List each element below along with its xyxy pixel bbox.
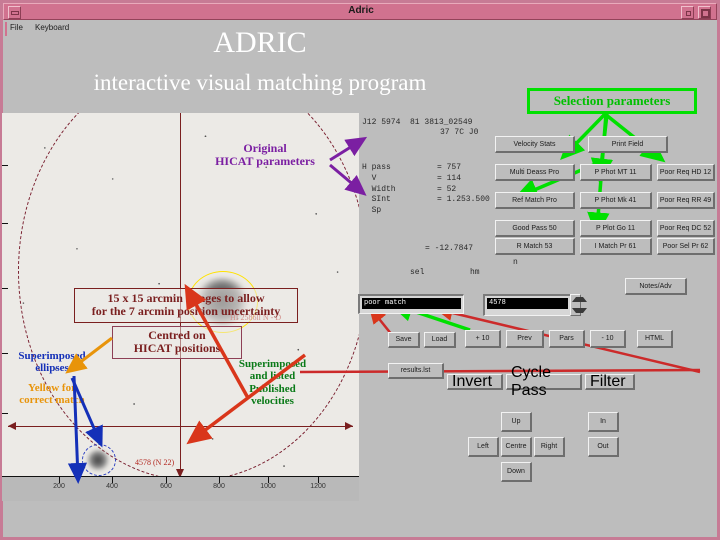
window-titlebar[interactable]: Adric: [3, 3, 717, 20]
i-match-button[interactable]: I Match Pr 61: [580, 238, 652, 255]
annotation-line: HICAT parameters: [215, 154, 315, 169]
annotation-line: and listed: [249, 370, 296, 383]
annotation-published-velocities: Superimposed and listed Published veloci…: [225, 358, 320, 407]
annotation-line: for the 7 arcmin position uncertainty: [91, 304, 281, 319]
cycle-pass-checkbox-label: Cycle Pass: [511, 363, 552, 399]
centre-button[interactable]: Centre: [501, 437, 532, 457]
callout-selection-parameters-label: Selection parameters: [553, 93, 671, 108]
object-list-scrollbar[interactable]: [570, 294, 587, 316]
x-tick-label: 1000: [260, 483, 276, 490]
step-back-button[interactable]: - 10: [590, 330, 626, 348]
poor-req-rr-button[interactable]: Poor Req RR 49: [657, 192, 715, 209]
annotation-superimposed-ellipses: Superimposed ellipses: [2, 350, 102, 375]
pan-down-button[interactable]: Down: [501, 462, 532, 482]
poor-sel-button[interactable]: Poor Sel Pr 62: [657, 238, 715, 255]
annotation-line: Published: [249, 382, 296, 395]
page-title: ADRIC: [213, 26, 307, 59]
field-label-left: sel: [410, 268, 425, 277]
prev-button[interactable]: Prev: [506, 330, 544, 348]
results-file-button[interactable]: results.lst: [388, 363, 444, 379]
cycle-pass-checkbox[interactable]: Cycle Pass: [506, 364, 582, 399]
r-match-button[interactable]: R Match 53: [495, 238, 575, 255]
annotation-line: Original: [243, 141, 287, 155]
p-phot-mk-button[interactable]: P Phot Mk 41: [580, 192, 652, 209]
zoom-in-button[interactable]: In: [588, 412, 619, 432]
x-tick-label: 200: [53, 483, 65, 490]
pan-left-button[interactable]: Left: [468, 437, 499, 457]
zoom-out-button[interactable]: Out: [588, 437, 619, 457]
annotation-line: correct match: [19, 394, 85, 407]
poor-req-dc-button[interactable]: Poor Req DC 52: [657, 220, 715, 237]
x-axis: 200 400 600 800 1000 1200: [2, 476, 359, 501]
scroll-up-icon[interactable]: [572, 297, 587, 302]
match-status-value: poor match: [362, 298, 461, 309]
annotation-yellow-match: Yellow for correct match: [2, 382, 102, 407]
load-button[interactable]: Load: [424, 332, 456, 348]
velocity-stats-button[interactable]: Velocity Stats: [495, 136, 575, 153]
p-plot-go-button[interactable]: P Plot Go 11: [580, 220, 652, 237]
html-button[interactable]: HTML: [637, 330, 673, 348]
annotation-line: Superimposed: [18, 350, 86, 362]
maximize-button[interactable]: [681, 6, 694, 19]
annotation-original-hicat: Original HICAT parameters: [200, 141, 330, 169]
scroll-down-icon[interactable]: [572, 308, 587, 313]
annotation-centred: Centred on HICAT positions: [112, 326, 242, 359]
filter-checkbox[interactable]: Filter: [585, 372, 635, 390]
close-button[interactable]: [698, 6, 711, 19]
annotation-line: velocities: [251, 394, 294, 407]
pan-up-button[interactable]: Up: [501, 412, 532, 432]
pars-button[interactable]: Pars: [549, 330, 585, 348]
annotation-line: ellipses: [35, 362, 69, 375]
annotation-line: 15 x 15 arcmin images to allow: [107, 291, 265, 305]
annotation-line: Centred on: [148, 328, 206, 342]
field-label-mid: hm: [470, 268, 480, 277]
minimize-button[interactable]: [8, 6, 21, 19]
p-phot-mt-button[interactable]: P Phot MT 11: [580, 164, 652, 181]
invert-checkbox-label: Invert: [452, 372, 493, 390]
good-pass-button[interactable]: Good Pass 50: [495, 220, 575, 237]
object-identifier-secondary: 37 7C J0: [440, 128, 479, 137]
annotation-line: Superimposed: [238, 358, 307, 370]
field-label-top: n: [513, 258, 518, 267]
multi-deass-button[interactable]: Multi Deass Pro: [495, 164, 575, 181]
filter-checkbox-label: Filter: [590, 372, 626, 390]
parameter-labels: H pass V Width SInt Sp: [362, 163, 396, 216]
object-list-field[interactable]: 4578: [483, 294, 571, 316]
match-ellipse-blue: [82, 444, 116, 476]
annotation-line: Yellow for: [28, 382, 76, 394]
step-forward-button[interactable]: + 10: [465, 330, 501, 348]
match-status-field[interactable]: poor match: [358, 294, 464, 314]
pan-right-button[interactable]: Right: [534, 437, 565, 457]
print-field-button[interactable]: Print Field: [588, 136, 668, 153]
ref-match-button[interactable]: Ref Match Pro: [495, 192, 575, 209]
x-tick-label: 400: [106, 483, 118, 490]
x-tick-label: 600: [160, 483, 172, 490]
x-tick-label: 1200: [310, 483, 326, 490]
poor-req-hd-button[interactable]: Poor Req HD 12: [657, 164, 715, 181]
invert-checkbox[interactable]: Invert: [447, 372, 503, 390]
annotation-line: HICAT positions: [133, 341, 221, 356]
object-label: 4578 (N 22): [135, 458, 175, 467]
object-list-value: 4578: [487, 298, 568, 309]
notes-button[interactable]: Notes/Adv: [625, 278, 687, 295]
velocity-readout: = -12.7847: [425, 244, 474, 253]
field-size-bar: [8, 422, 353, 430]
parameter-values: = 757 = 114 = 52 = 1.253.500: [437, 163, 490, 205]
application-window: Adric File Keyboard ADRIC interactive vi…: [0, 0, 720, 540]
annotation-image-size: 15 x 15 arcmin images to allow for the 7…: [74, 288, 298, 323]
window-title: Adric: [348, 5, 374, 16]
save-button[interactable]: Save: [388, 332, 420, 348]
x-tick-label: 800: [213, 483, 225, 490]
page-subtitle: interactive visual matching program: [93, 70, 427, 95]
callout-selection-parameters: Selection parameters: [527, 88, 697, 114]
